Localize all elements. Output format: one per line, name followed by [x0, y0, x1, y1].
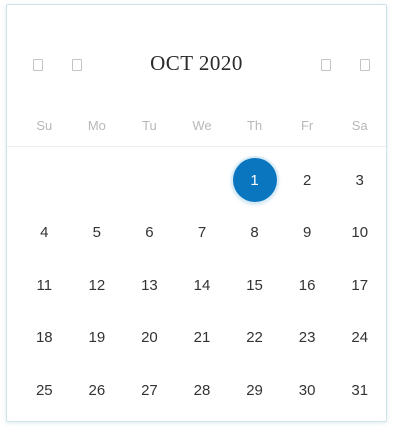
day-button[interactable]: 26: [75, 368, 119, 412]
weekday-thursday: Th: [246, 118, 263, 133]
next-year-icon[interactable]: [360, 59, 370, 71]
day-cell: 21: [176, 312, 229, 365]
day-button[interactable]: 14: [180, 263, 224, 307]
empty-day-cell: [18, 154, 71, 207]
day-button[interactable]: 11: [22, 263, 66, 307]
weekday-tuesday: Tu: [142, 118, 157, 133]
day-button[interactable]: 21: [180, 316, 224, 360]
day-cell: 22: [228, 312, 281, 365]
day-cell: 16: [281, 259, 334, 312]
calendar-header: OCT 2020: [7, 41, 386, 87]
day-cell: 27: [123, 364, 176, 417]
day-cell: 31: [333, 364, 386, 417]
empty-day-cell: [176, 154, 229, 207]
day-button[interactable]: 7: [180, 211, 224, 255]
day-button[interactable]: 25: [22, 368, 66, 412]
day-cell: 29: [228, 364, 281, 417]
day-cell: 4: [18, 207, 71, 260]
day-cell: 5: [71, 207, 124, 260]
day-button[interactable]: 22: [233, 316, 277, 360]
day-button[interactable]: 4: [22, 211, 66, 255]
day-cell: 19: [71, 312, 124, 365]
day-button[interactable]: 2: [285, 158, 329, 202]
day-cell: 12: [71, 259, 124, 312]
day-button[interactable]: 9: [285, 211, 329, 255]
header-divider: [7, 146, 386, 147]
day-cell: 18: [18, 312, 71, 365]
weekday-wednesday: We: [192, 118, 212, 133]
day-cell: 25: [18, 364, 71, 417]
day-cell: 23: [281, 312, 334, 365]
day-button[interactable]: 30: [285, 368, 329, 412]
day-cell: 2: [281, 154, 334, 207]
weekday-header-row: Su Mo Tu We Th Fr Sa: [18, 113, 386, 139]
empty-day-cell: [123, 154, 176, 207]
day-button[interactable]: 24: [338, 316, 382, 360]
day-cell: 11: [18, 259, 71, 312]
day-cell: 1: [228, 154, 281, 207]
day-button[interactable]: 28: [180, 368, 224, 412]
day-cell: 20: [123, 312, 176, 365]
day-button[interactable]: 19: [75, 316, 119, 360]
day-cell: 9: [281, 207, 334, 260]
day-cell: 7: [176, 207, 229, 260]
weekday-monday: Mo: [87, 118, 106, 133]
day-button[interactable]: 16: [285, 263, 329, 307]
day-button[interactable]: 8: [233, 211, 277, 255]
day-cell: 28: [176, 364, 229, 417]
day-cell: 14: [176, 259, 229, 312]
day-button[interactable]: 18: [22, 316, 66, 360]
day-cell: 15: [228, 259, 281, 312]
day-cell: 10: [333, 207, 386, 260]
day-button[interactable]: 3: [338, 158, 382, 202]
day-cell: 6: [123, 207, 176, 260]
day-button[interactable]: 12: [75, 263, 119, 307]
day-button[interactable]: 20: [127, 316, 171, 360]
day-cell: 26: [71, 364, 124, 417]
day-cell: 3: [333, 154, 386, 207]
day-cell: 13: [123, 259, 176, 312]
weekday-saturday: Sa: [351, 118, 368, 133]
day-button[interactable]: 15: [233, 263, 277, 307]
day-button[interactable]: 17: [338, 263, 382, 307]
next-month-icon[interactable]: [321, 59, 331, 71]
selected-day-button[interactable]: 1: [232, 158, 277, 203]
day-grid: 1 2 3 4 5 6 7 8 9 10 11 12 13 14 15 16 17 18 19 20 21 22 23 24 2…: [18, 154, 386, 417]
day-button[interactable]: 10: [338, 211, 382, 255]
weekday-friday: Fr: [300, 118, 314, 133]
date-picker: OCT 2020 Su Mo Tu We Th Fr Sa 1234567891…: [6, 4, 387, 422]
day-button[interactable]: 29: [233, 368, 277, 412]
day-button[interactable]: 31: [338, 368, 382, 412]
empty-day-cell: [71, 154, 124, 207]
day-button[interactable]: 6: [127, 211, 171, 255]
day-cell: 8: [228, 207, 281, 260]
day-button[interactable]: 13: [127, 263, 171, 307]
day-cell: 24: [333, 312, 386, 365]
day-cell: 17: [333, 259, 386, 312]
day-button[interactable]: 5: [75, 211, 119, 255]
day-button[interactable]: 23: [285, 316, 329, 360]
day-cell: 30: [281, 364, 334, 417]
weekday-sunday: Su: [36, 118, 53, 133]
day-button[interactable]: 27: [127, 368, 171, 412]
